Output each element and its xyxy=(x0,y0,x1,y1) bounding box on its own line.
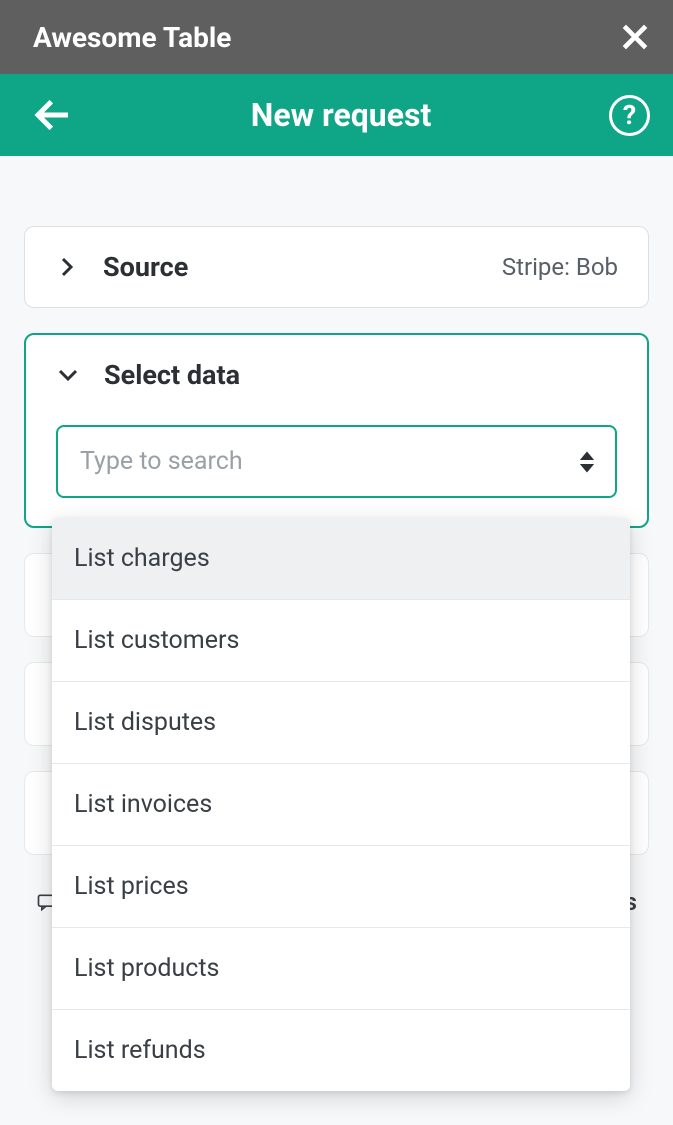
source-card[interactable]: Source Stripe: Bob xyxy=(24,226,649,308)
dropdown-item[interactable]: List prices xyxy=(52,846,630,928)
source-value: Stripe: Bob xyxy=(502,253,618,281)
dropdown-menu: List charges List customers List dispute… xyxy=(52,518,630,1091)
title-bar: Awesome Table xyxy=(0,0,673,74)
dropdown-item[interactable]: List products xyxy=(52,928,630,1010)
dropdown-item[interactable]: List invoices xyxy=(52,764,630,846)
chevron-down-icon xyxy=(56,363,80,387)
search-wrapper xyxy=(56,425,617,498)
select-data-header[interactable]: Select data xyxy=(56,359,617,391)
help-button[interactable]: ? xyxy=(609,95,650,136)
dropdown-item[interactable]: List refunds xyxy=(52,1010,630,1091)
back-arrow-icon[interactable] xyxy=(33,95,73,135)
source-card-left: Source xyxy=(55,251,188,283)
help-icon: ? xyxy=(623,99,636,131)
select-data-card: Select data xyxy=(24,333,649,528)
chevron-right-icon xyxy=(55,255,79,279)
dropdown-item[interactable]: List customers xyxy=(52,600,630,682)
app-title: Awesome Table xyxy=(33,21,231,54)
content-area: Source Stripe: Bob Select data gs List c xyxy=(0,156,673,924)
close-icon[interactable] xyxy=(619,21,651,53)
search-input[interactable] xyxy=(56,425,617,498)
source-label: Source xyxy=(103,251,188,283)
dropdown-item[interactable]: List charges xyxy=(52,518,630,600)
header-bar: New request ? xyxy=(0,74,673,156)
dropdown-item[interactable]: List disputes xyxy=(52,682,630,764)
select-data-label: Select data xyxy=(104,359,240,391)
page-title: New request xyxy=(251,96,432,134)
